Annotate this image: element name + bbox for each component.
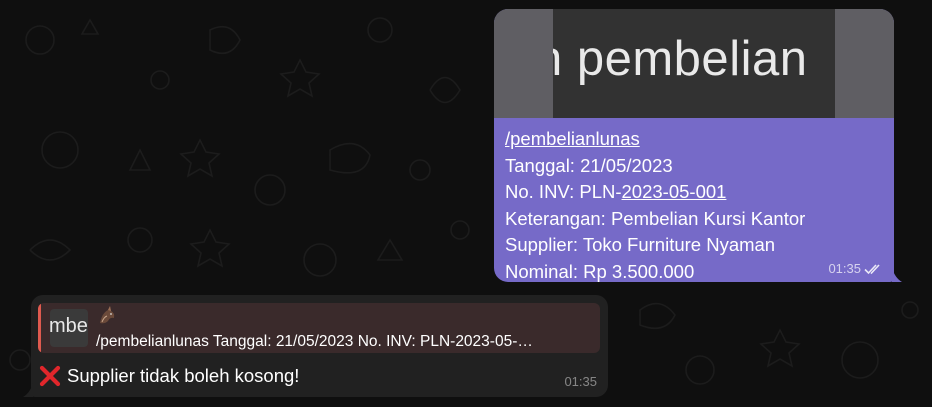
image-text: n pembelian [553,32,808,86]
incoming-message-bubble[interactable]: mbel /pembelianlunas Tanggal: 21/05/2023… [23,295,608,397]
bubble-tail [892,268,902,282]
reply-quote[interactable]: mbel /pembelianlunas Tanggal: 21/05/2023… [38,303,600,353]
reply-accent-bar [38,303,41,353]
incoming-message-time: 01:35 [564,374,597,389]
fox-emoji-icon [100,306,115,324]
invoice-line: No. INV: PLN-2023-05-001 [505,179,884,206]
image-content: n pembelian [553,9,835,118]
error-message: Supplier tidak boleh kosong! [67,365,300,386]
message-image[interactable]: n pembelian [494,9,894,118]
outgoing-message-bubble[interactable]: n pembelian /pembelianlunas Tanggal: 21/… [494,9,902,285]
reply-thumbnail-text: mbel [50,315,88,337]
invoice-number-link[interactable]: 2023-05-001 [622,181,727,202]
outgoing-message-time: 01:35 [828,261,861,276]
invoice-label: No. INV: PLN- [505,181,622,202]
command-line: /pembelianlunas [505,126,884,153]
amount-line: Nominal: Rp 3.500.000 [505,260,695,282]
bubble-tail [23,383,33,397]
outgoing-message-meta: 01:35 [828,261,884,276]
date-line: Tanggal: 21/05/2023 [505,154,673,176]
double-check-icon [864,263,880,274]
reply-thumbnail: mbel [50,309,88,347]
outgoing-message-text: /pembelianlunas Tanggal: 21/05/2023 No. … [505,126,884,285]
supplier-line: Supplier: Toko Furniture Nyaman [505,234,776,255]
cross-mark-icon [39,365,61,387]
reply-preview-text: /pembelianlunas Tanggal: 21/05/2023 No. … [96,333,533,350]
incoming-message-text: Supplier tidak boleh kosong! [39,365,299,387]
description-line: Keterangan: Pembelian Kursi Kantor [505,207,806,229]
command-link[interactable]: /pembelianlunas [505,128,640,149]
